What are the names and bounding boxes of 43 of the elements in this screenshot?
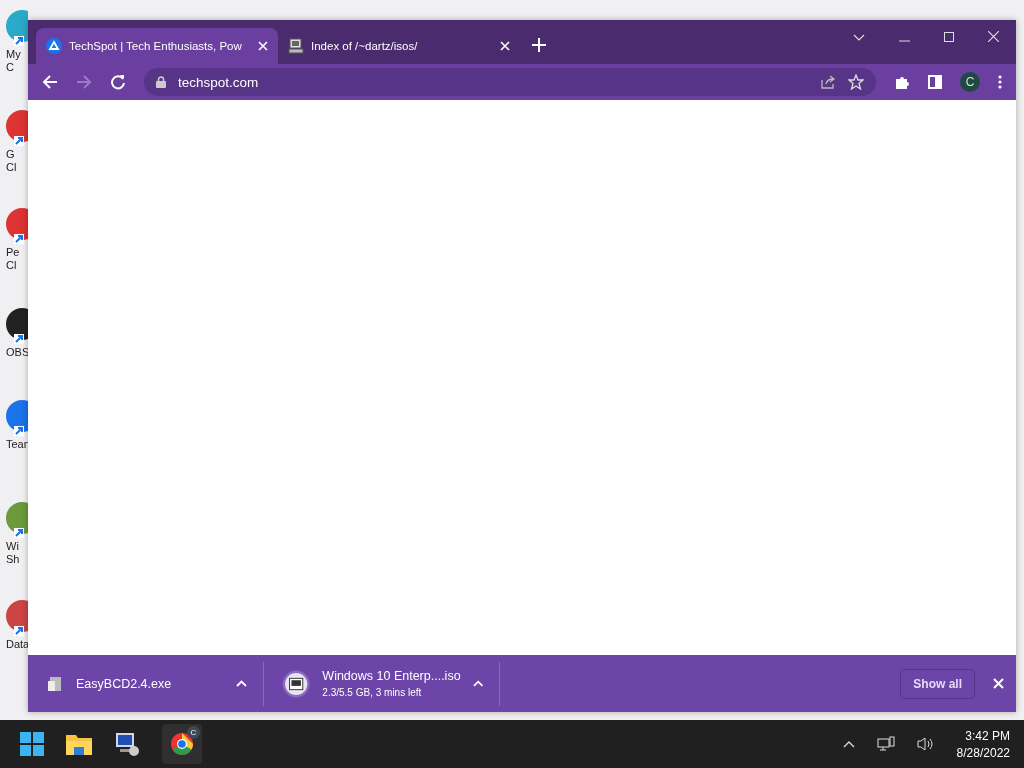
windows-start-icon[interactable] bbox=[20, 732, 44, 756]
shortcut-label: Wi bbox=[6, 540, 19, 553]
folder-icon[interactable] bbox=[66, 733, 92, 755]
menu-icon[interactable] bbox=[998, 75, 1002, 89]
maximize-icon[interactable] bbox=[944, 32, 954, 42]
profile-badge: C bbox=[187, 726, 200, 739]
shortcut-label: Sh bbox=[6, 553, 20, 566]
new-tab-icon[interactable] bbox=[532, 38, 546, 52]
share-icon[interactable] bbox=[820, 74, 836, 90]
shortcut-label: Pe bbox=[6, 246, 20, 259]
browser-tab[interactable]: TechSpot | Tech Enthusiasts, Pow bbox=[36, 28, 278, 64]
computer-icon[interactable] bbox=[114, 731, 140, 757]
triangle-logo-icon bbox=[46, 38, 62, 54]
back-arrow-icon[interactable] bbox=[42, 74, 58, 90]
network-icon[interactable] bbox=[876, 736, 895, 752]
clock-date[interactable]: 8/28/2022 bbox=[956, 745, 1010, 760]
chevron-down-icon[interactable] bbox=[853, 34, 865, 42]
download-item[interactable]: Windows 10 Enterp....iso 2.3/5.5 GB, 3 mins left bbox=[264, 661, 500, 706]
side-panel-icon[interactable] bbox=[928, 75, 942, 89]
shortcut-label: Data bbox=[6, 638, 30, 651]
reload-icon[interactable] bbox=[110, 74, 126, 90]
chrome-taskbar-button[interactable]: C bbox=[162, 724, 202, 764]
computer-icon bbox=[288, 38, 304, 54]
shortcut-label: OBS bbox=[6, 346, 30, 359]
lock-icon bbox=[156, 76, 166, 88]
address-bar[interactable]: techspot.com bbox=[144, 68, 876, 96]
browser-tab[interactable]: Index of /~dartz/isos/ bbox=[278, 28, 520, 64]
disc-image-icon bbox=[282, 668, 311, 699]
shortcut-label: My C bbox=[6, 48, 22, 74]
chrome-icon bbox=[170, 732, 194, 756]
show-all-button[interactable]: Show all bbox=[900, 668, 975, 699]
download-item[interactable]: EasyBCD2.4.exe bbox=[28, 661, 264, 706]
installer-icon bbox=[46, 674, 64, 693]
star-icon[interactable] bbox=[848, 74, 864, 90]
shortcut-label: Cl bbox=[6, 259, 17, 272]
profile-avatar[interactable]: C bbox=[960, 72, 980, 92]
caret-up-icon[interactable] bbox=[842, 740, 855, 748]
speaker-icon[interactable] bbox=[916, 736, 935, 752]
shortcut-label: Cl bbox=[6, 161, 17, 174]
puzzle-piece-icon[interactable] bbox=[894, 74, 910, 90]
shortcut-label: G bbox=[6, 148, 15, 161]
clock-time[interactable]: 3:42 PM bbox=[965, 728, 1010, 743]
close-icon[interactable] bbox=[988, 31, 999, 42]
